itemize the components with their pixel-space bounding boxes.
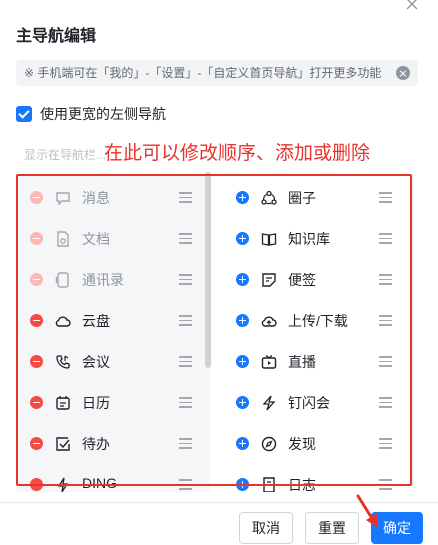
drag-handle-icon[interactable] xyxy=(179,479,192,490)
item-label: DING xyxy=(82,475,117,491)
more-items-list: 圈子知识库便签上传/下载直播钉闪会发现日志 xyxy=(222,174,410,492)
item-label: 便签 xyxy=(288,272,316,288)
item-label: 待办 xyxy=(82,436,110,452)
item-label: 日志 xyxy=(288,477,316,492)
item-label: 日历 xyxy=(82,395,110,411)
shown-items-list: 消息文档通讯录云盘会议日历待办 DING xyxy=(16,174,210,492)
add-icon[interactable] xyxy=(236,437,249,450)
tip-text: ※ 手机端可在「我的」-「设置」-「自定义首页导航」打开更多功能 xyxy=(24,66,382,80)
more-item[interactable]: 圈子 xyxy=(222,177,410,218)
todo-icon xyxy=(54,435,72,453)
shown-item[interactable]: DING xyxy=(16,464,210,492)
more-item[interactable]: 发现 xyxy=(222,423,410,464)
drag-handle-icon[interactable] xyxy=(379,479,392,490)
drag-handle-icon[interactable] xyxy=(379,274,392,285)
message-icon xyxy=(54,189,72,207)
item-label: 发现 xyxy=(288,436,316,452)
add-icon[interactable] xyxy=(236,273,249,286)
drag-handle-icon[interactable] xyxy=(379,438,392,449)
dialog-title: 主导航编辑 xyxy=(16,28,97,45)
more-item[interactable]: 便签 xyxy=(222,259,410,300)
close-icon[interactable] xyxy=(404,0,420,12)
item-label: 直播 xyxy=(288,354,316,370)
drag-handle-icon[interactable] xyxy=(179,397,192,408)
annotation-text: 在此可以修改顺序、添加或删除 xyxy=(104,143,371,164)
item-label: 上传/下载 xyxy=(288,313,348,329)
annotation-arrow xyxy=(356,494,378,528)
upload-cloud-icon xyxy=(260,312,278,330)
more-item[interactable]: 上传/下载 xyxy=(222,300,410,341)
shown-item[interactable]: 消息 xyxy=(16,177,210,218)
shown-item[interactable]: 日历 xyxy=(16,382,210,423)
add-icon[interactable] xyxy=(236,232,249,245)
drag-handle-icon[interactable] xyxy=(379,315,392,326)
add-icon[interactable] xyxy=(236,478,249,491)
calendar-icon xyxy=(54,394,72,412)
add-icon[interactable] xyxy=(236,355,249,368)
wide-nav-option[interactable]: 使用更宽的左侧导航 xyxy=(16,104,166,124)
shown-item[interactable]: 会议 xyxy=(16,341,210,382)
tip-close-icon[interactable] xyxy=(396,66,410,80)
document-icon xyxy=(54,230,72,248)
more-list-scrollbar[interactable] xyxy=(410,176,414,486)
item-label: 圈子 xyxy=(288,190,316,206)
log-icon xyxy=(260,476,278,492)
item-label: 文档 xyxy=(82,231,110,247)
remove-icon xyxy=(30,191,43,204)
shown-section-label: 显示在导航栏... xyxy=(24,148,107,162)
remove-icon[interactable] xyxy=(30,314,43,327)
drag-handle-icon[interactable] xyxy=(379,233,392,244)
item-label: 消息 xyxy=(82,190,110,206)
remove-icon[interactable] xyxy=(30,355,43,368)
shown-item[interactable]: 文档 xyxy=(16,218,210,259)
item-label: 钉闪会 xyxy=(288,395,330,411)
add-icon[interactable] xyxy=(236,396,249,409)
more-item[interactable]: 直播 xyxy=(222,341,410,382)
drag-handle-icon[interactable] xyxy=(179,438,192,449)
drag-handle-icon[interactable] xyxy=(379,356,392,367)
item-label: 通讯录 xyxy=(82,272,124,288)
more-item[interactable]: 钉闪会 xyxy=(222,382,410,423)
item-label: 知识库 xyxy=(288,231,330,247)
cancel-button[interactable]: 取消 xyxy=(239,512,293,544)
ding-icon xyxy=(54,476,72,492)
drag-handle-icon[interactable] xyxy=(179,233,192,244)
circle-group-icon xyxy=(260,189,278,207)
remove-icon xyxy=(30,232,43,245)
lightning-icon xyxy=(260,394,278,412)
add-icon[interactable] xyxy=(236,314,249,327)
remove-icon[interactable] xyxy=(30,478,43,491)
note-icon xyxy=(260,271,278,289)
item-label: 云盘 xyxy=(82,313,110,329)
shown-item[interactable]: 云盘 xyxy=(16,300,210,341)
remove-icon[interactable] xyxy=(30,437,43,450)
compass-icon xyxy=(260,435,278,453)
drag-handle-icon[interactable] xyxy=(179,356,192,367)
drag-handle-icon[interactable] xyxy=(179,192,192,203)
remove-icon xyxy=(30,273,43,286)
shown-item[interactable]: 通讯录 xyxy=(16,259,210,300)
wide-nav-label: 使用更宽的左侧导航 xyxy=(40,106,166,122)
wide-nav-checkbox[interactable] xyxy=(16,106,32,122)
book-icon xyxy=(260,230,278,248)
shown-list-scrollbar[interactable] xyxy=(205,172,211,368)
cloud-icon xyxy=(54,312,72,330)
drag-handle-icon[interactable] xyxy=(179,315,192,326)
drag-handle-icon[interactable] xyxy=(379,397,392,408)
drag-handle-icon[interactable] xyxy=(379,192,392,203)
tv-icon xyxy=(260,353,278,371)
contacts-icon xyxy=(54,271,72,289)
more-item[interactable]: 日志 xyxy=(222,464,410,492)
item-label: 会议 xyxy=(82,354,110,370)
phone-icon xyxy=(54,353,72,371)
shown-item[interactable]: 待办 xyxy=(16,423,210,464)
reset-button[interactable]: 重置 xyxy=(305,512,359,544)
tip-banner: ※ 手机端可在「我的」-「设置」-「自定义首页导航」打开更多功能 xyxy=(16,60,418,86)
add-icon[interactable] xyxy=(236,191,249,204)
remove-icon[interactable] xyxy=(30,396,43,409)
drag-handle-icon[interactable] xyxy=(179,274,192,285)
more-item[interactable]: 知识库 xyxy=(222,218,410,259)
